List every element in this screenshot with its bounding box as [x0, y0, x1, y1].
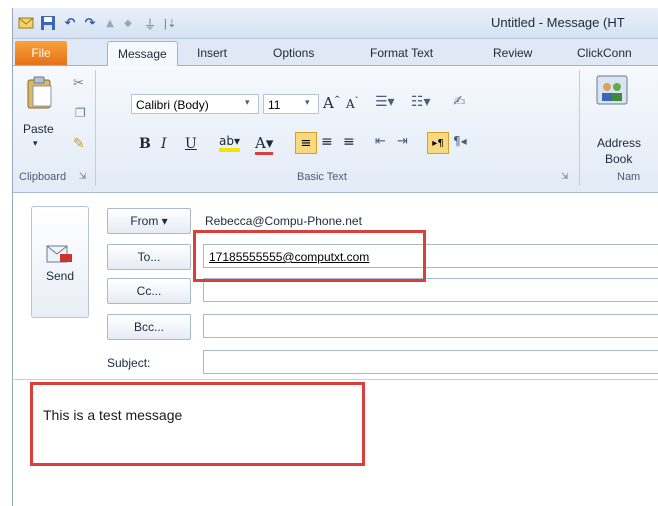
- paste-icon[interactable]: [25, 76, 55, 114]
- paste-dropdown-icon[interactable]: ▾: [33, 138, 38, 149]
- bold-button[interactable]: B: [139, 136, 151, 152]
- address-book-button[interactable]: Address: [597, 136, 641, 150]
- group-divider: [95, 70, 96, 186]
- save-icon[interactable]: [39, 14, 57, 32]
- tab-file[interactable]: File: [15, 41, 67, 65]
- from-button[interactable]: From ▾: [107, 208, 191, 234]
- ltr-icon[interactable]: ▸¶: [427, 132, 449, 154]
- ribbon: Paste ▾ ✂ ❐ ✎ Clipboard ⇲ Calibri (Body)…: [13, 66, 658, 193]
- tab-insert[interactable]: Insert: [197, 46, 227, 60]
- attach-icon[interactable]: ⏚: [141, 14, 159, 33]
- ribbon-tabs: File Message Insert Options Format Text …: [13, 39, 658, 66]
- styles-icon[interactable]: ✍: [453, 92, 466, 110]
- subject-field[interactable]: [203, 350, 658, 374]
- clipboard-launcher-icon[interactable]: ⇲: [79, 172, 87, 182]
- align-right-icon[interactable]: ≡: [343, 134, 355, 150]
- highlight-icon[interactable]: ab▾: [219, 134, 240, 152]
- paste-button[interactable]: Paste: [23, 122, 54, 136]
- window-title: Untitled - Message (HT: [491, 15, 625, 30]
- bcc-button[interactable]: Bcc...: [107, 314, 191, 340]
- grow-font-icon[interactable]: A^: [323, 94, 341, 112]
- copy-icon[interactable]: ❐: [75, 106, 86, 120]
- font-color-icon[interactable]: A▾: [255, 134, 274, 155]
- font-name-dropdown-icon[interactable]: ▾: [245, 98, 250, 108]
- increase-indent-icon[interactable]: ⇥: [397, 134, 408, 149]
- align-left-icon[interactable]: ≡: [295, 132, 317, 154]
- basic-text-group-label: Basic Text: [297, 171, 347, 183]
- address-book-button-line2[interactable]: Book: [605, 152, 632, 166]
- tab-format-text[interactable]: Format Text: [370, 46, 433, 60]
- send-button[interactable]: Send: [31, 206, 89, 318]
- basic-text-launcher-icon[interactable]: ⇲: [561, 172, 569, 182]
- down-arrow-icon[interactable]: ◆: [119, 14, 137, 32]
- outlook-icon[interactable]: [17, 14, 35, 32]
- address-book-icon[interactable]: [595, 74, 629, 112]
- send-label: Send: [45, 269, 75, 283]
- italic-button[interactable]: I: [161, 136, 167, 152]
- font-size-box[interactable]: 11: [263, 94, 319, 114]
- group-divider: [579, 70, 580, 186]
- decrease-indent-icon[interactable]: ⇤: [375, 134, 386, 149]
- body-highlight-box: [30, 382, 365, 466]
- tab-message[interactable]: Message: [107, 41, 178, 66]
- underline-button[interactable]: U: [185, 136, 197, 152]
- customize-icon[interactable]: |⇣: [161, 14, 179, 32]
- font-name-box[interactable]: Calibri (Body): [131, 94, 259, 114]
- from-value: Rebecca@Compu-Phone.net: [205, 214, 362, 228]
- align-center-icon[interactable]: ≡: [321, 134, 333, 150]
- undo-icon[interactable]: ↶: [61, 14, 79, 32]
- outlook-message-window: ↶ ↷ ▲ ◆ ⏚ |⇣ Untitled - Message (HT File…: [12, 8, 658, 506]
- bullets-icon[interactable]: ☰▾: [375, 94, 395, 110]
- shrink-font-icon[interactable]: Aˇ: [346, 96, 359, 111]
- tab-review[interactable]: Review: [493, 46, 532, 60]
- send-icon: [46, 245, 74, 269]
- rtl-icon[interactable]: ¶◂: [453, 134, 467, 148]
- bcc-field[interactable]: [203, 314, 658, 338]
- clipboard-group-label: Clipboard: [19, 171, 67, 183]
- redo-icon[interactable]: ↷: [81, 14, 99, 32]
- names-group-label: Nam: [617, 171, 641, 183]
- title-bar: ↶ ↷ ▲ ◆ ⏚ |⇣ Untitled - Message (HT: [13, 8, 658, 39]
- format-painter-icon[interactable]: ✎: [73, 136, 85, 152]
- up-arrow-icon[interactable]: ▲: [101, 14, 119, 32]
- font-size-dropdown-icon[interactable]: ▾: [305, 98, 310, 108]
- numbering-icon[interactable]: ☷▾: [411, 94, 431, 110]
- subject-label: Subject:: [107, 356, 151, 370]
- to-highlight-box: [193, 230, 426, 282]
- tab-options[interactable]: Options: [273, 46, 314, 60]
- cut-icon[interactable]: ✂: [73, 76, 84, 91]
- tab-clickconn[interactable]: ClickConn: [577, 46, 632, 60]
- to-button[interactable]: To...: [107, 244, 191, 270]
- cc-button[interactable]: Cc...: [107, 278, 191, 304]
